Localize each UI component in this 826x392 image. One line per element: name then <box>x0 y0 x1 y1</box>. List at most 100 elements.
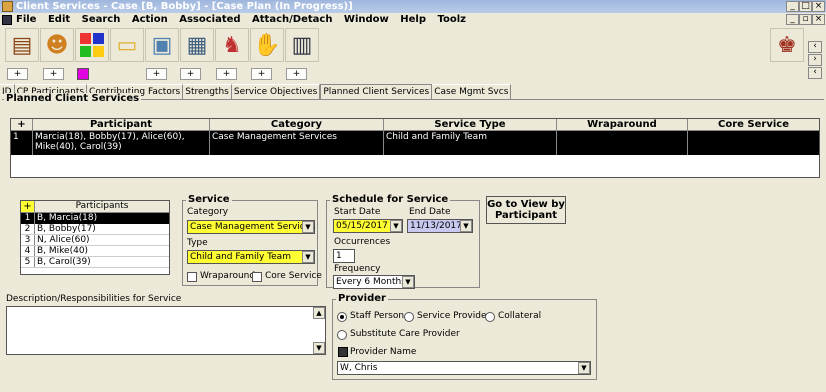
frequency-select[interactable]: Every 6 Months ▼ <box>333 275 415 289</box>
toolbar-plus-6[interactable]: + <box>251 68 272 80</box>
scroll-up-icon[interactable]: ▲ <box>313 307 325 319</box>
child-minimize-button[interactable]: _ <box>786 14 799 25</box>
scroll-down-icon[interactable]: ▼ <box>313 342 325 354</box>
menu-window[interactable]: Window <box>344 14 389 25</box>
child-close-button[interactable]: × <box>812 14 825 25</box>
collateral-radio[interactable] <box>485 312 495 322</box>
menu-help[interactable]: Help <box>400 14 426 25</box>
participants-header: Participants <box>35 201 169 213</box>
wraparound-checkbox[interactable] <box>187 272 197 282</box>
document-list-icon[interactable]: ▥ <box>285 28 319 62</box>
menu-associated[interactable]: Associated <box>179 14 240 25</box>
service-legend: Service <box>186 194 232 205</box>
core-service-label: Core Service <box>265 271 322 281</box>
substitute-care-radio[interactable] <box>337 330 347 340</box>
description-textarea[interactable]: ▲ ▼ <box>6 306 326 355</box>
panel-legend: Planned Client Services <box>4 93 142 104</box>
occurrences-input[interactable]: 1 <box>333 249 355 263</box>
people-icon[interactable]: ☻ <box>40 28 74 62</box>
person-icon[interactable]: ♞ <box>215 28 249 62</box>
chevron-down-icon[interactable]: ▼ <box>578 362 590 374</box>
staff-person-radio[interactable] <box>337 312 347 322</box>
menu-toolz[interactable]: Toolz <box>437 14 465 25</box>
app-icon <box>2 1 13 12</box>
menu-file[interactable]: File <box>16 14 36 25</box>
start-date-label: Start Date <box>334 207 381 217</box>
go-to-view-by-participant-button[interactable]: Go to View by Participant <box>486 196 566 224</box>
hand-icon[interactable]: ✋ <box>250 28 284 62</box>
toolbar-plus-4[interactable]: + <box>180 68 201 80</box>
grid-header-plus[interactable]: + <box>11 119 33 131</box>
provider-group: Provider Staff Person Service Provider C… <box>332 293 597 380</box>
family-icon[interactable]: ♚ <box>770 28 804 62</box>
window-titlebar: Client Services - Case [B, Bobby] - [Cas… <box>0 0 826 13</box>
row-wraparound <box>557 131 688 155</box>
menu-edit[interactable]: Edit <box>48 14 70 25</box>
menu-attach-detach[interactable]: Attach/Detach <box>252 14 332 25</box>
list-item[interactable]: 1 B, Marcia(18) <box>21 213 169 224</box>
type-select[interactable]: Child and Family Team ▼ <box>187 250 315 264</box>
list-item[interactable]: 4 B, Mike(40) <box>21 246 169 257</box>
maximize-button[interactable]: □ <box>799 1 812 12</box>
toolbar-plus-1[interactable]: + <box>7 68 28 80</box>
tab-strengths[interactable]: Strengths <box>183 84 232 99</box>
toolbar-plus-7[interactable]: + <box>286 68 307 80</box>
monitor-icon[interactable]: ▦ <box>180 28 214 62</box>
schedule-legend: Schedule for Service <box>330 194 451 205</box>
end-date-field[interactable]: 11/13/2017 ▼ <box>407 219 473 233</box>
list-item[interactable]: 2 B, Bobby(17) <box>21 224 169 235</box>
table-row[interactable]: 1 Marcia(18), Bobby(17), Alice(60), Mike… <box>11 131 819 155</box>
window-title: Client Services - Case [B, Bobby] - [Cas… <box>16 1 353 12</box>
scroll-up-icon[interactable]: ‹ <box>808 67 822 79</box>
schedule-group: Schedule for Service Start Date End Date… <box>326 194 480 289</box>
scroll-left-icon[interactable]: ‹ <box>808 41 822 53</box>
chevron-down-icon[interactable]: ▼ <box>402 276 414 288</box>
list-item[interactable]: 5 B, Carol(39) <box>21 257 169 268</box>
toolbar-plus-3[interactable]: + <box>146 68 167 80</box>
participants-plus[interactable]: + <box>21 201 35 213</box>
collateral-label: Collateral <box>498 311 542 321</box>
grid-header-wraparound[interactable]: Wraparound <box>557 119 688 131</box>
chevron-down-icon[interactable]: ▼ <box>302 251 314 263</box>
tab-case-mgmt-svcs[interactable]: Case Mgmt Svcs <box>432 84 512 99</box>
magenta-swatch[interactable] <box>77 68 89 80</box>
child-restore-button[interactable]: ▫ <box>799 14 812 25</box>
row-number: 1 <box>11 131 33 155</box>
tab-service-objectives[interactable]: Service Objectives <box>231 84 321 99</box>
grid-header-core-service[interactable]: Core Service <box>688 119 819 131</box>
service-provider-label: Service Provider <box>417 311 491 321</box>
chevron-down-icon[interactable]: ▼ <box>302 221 314 233</box>
computer-icon[interactable]: ▣ <box>145 28 179 62</box>
row-category: Case Management Services <box>210 131 384 155</box>
provider-name-select[interactable]: W, Chris ▼ <box>337 361 591 375</box>
grid-header-service-type[interactable]: Service Type <box>384 119 557 131</box>
row-participant: Marcia(18), Bobby(17), Alice(60), Mike(4… <box>33 131 210 155</box>
category-select[interactable]: Case Management Services ▼ <box>187 220 315 234</box>
list-item[interactable]: 3 N, Alice(60) <box>21 235 169 246</box>
books-icon[interactable]: ▤ <box>5 28 39 62</box>
provider-name-label: Provider Name <box>350 347 417 357</box>
grid-header-category[interactable]: Category <box>210 119 384 131</box>
toolbar-plus-5[interactable]: + <box>216 68 237 80</box>
description-label: Description/Responsibilities for Service <box>6 294 182 304</box>
menu-search[interactable]: Search <box>82 14 121 25</box>
provider-legend: Provider <box>336 293 388 304</box>
menu-action[interactable]: Action <box>132 14 168 25</box>
toolbar-plus-2[interactable]: + <box>43 68 64 80</box>
service-provider-radio[interactable] <box>404 312 414 322</box>
staff-person-label: Staff Person <box>350 311 405 321</box>
provider-lookup-icon[interactable] <box>338 347 348 357</box>
folder-icon[interactable]: ▭ <box>110 28 144 62</box>
start-date-field[interactable]: 05/15/2017 ▼ <box>333 219 403 233</box>
color-grid-icon[interactable] <box>75 28 109 62</box>
close-button[interactable]: × <box>812 1 825 12</box>
grid-header-participant[interactable]: Participant <box>33 119 210 131</box>
scroll-right-icon[interactable]: › <box>808 54 822 66</box>
tab-planned-client-services[interactable]: Planned Client Services <box>320 84 433 99</box>
calendar-dropdown-icon[interactable]: ▼ <box>460 220 472 232</box>
wraparound-label: Wraparound <box>200 271 256 281</box>
calendar-dropdown-icon[interactable]: ▼ <box>390 220 402 232</box>
row-core-service <box>688 131 819 155</box>
minimize-button[interactable]: _ <box>786 1 799 12</box>
core-service-checkbox[interactable] <box>252 272 262 282</box>
